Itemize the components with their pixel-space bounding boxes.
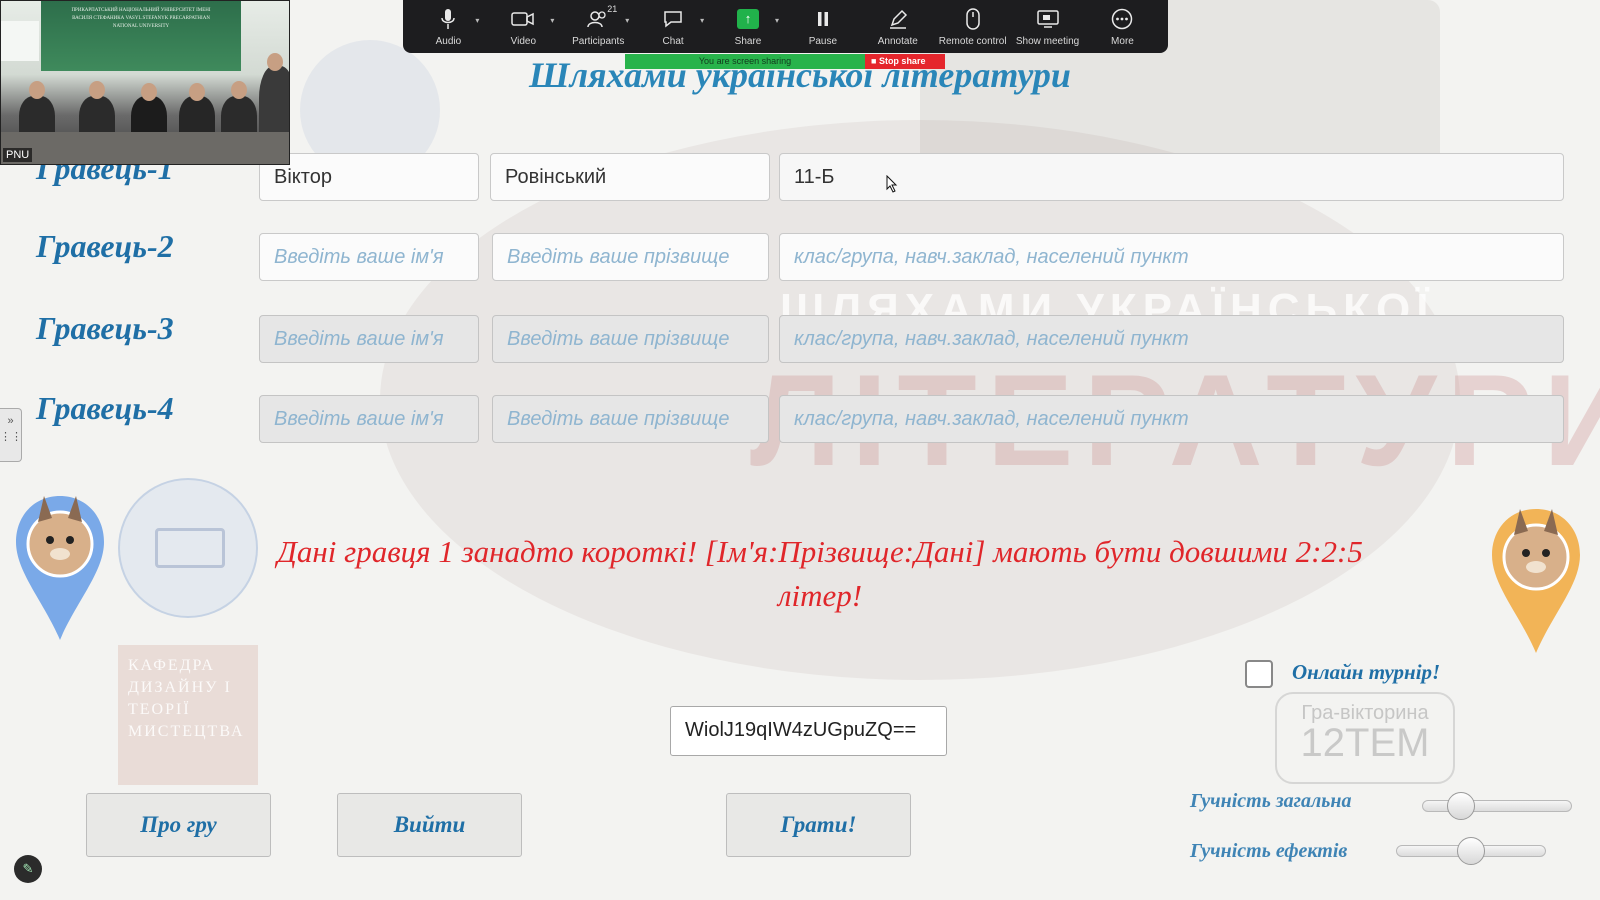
- participant-video-thumbnail[interactable]: ПРИКАРПАТСЬКИЙ НАЦІОНАЛЬНИЙ УНІВЕРСИТЕТ …: [0, 0, 290, 165]
- chevron-down-icon[interactable]: ▾: [550, 16, 554, 25]
- player-3-last-name-input[interactable]: [492, 315, 769, 363]
- more-dots-icon: [1111, 6, 1133, 32]
- play-button[interactable]: Грати!: [726, 793, 911, 857]
- toolbar-pause-label: Pause: [808, 36, 838, 47]
- toolbar-more-button[interactable]: More: [1087, 6, 1157, 47]
- participants-count: 21: [607, 4, 618, 14]
- toolbar-share-label: Share: [734, 36, 762, 47]
- session-code-field[interactable]: WiolJ19qIW4zUGpuZQ==: [670, 706, 947, 756]
- toolbar-pause-button[interactable]: Pause: [788, 6, 858, 47]
- drag-grip-icon: ⋮⋮: [0, 431, 22, 443]
- validation-error-message: Дані гравця 1 занадто короткі! [Ім'я:Прі…: [277, 534, 1363, 613]
- pen-icon: ✎: [22, 861, 34, 876]
- video-person-head: [189, 83, 205, 101]
- video-person-head: [231, 81, 247, 99]
- quiz-badge-line1: Гра-вікторина: [1301, 702, 1429, 724]
- chat-icon: [662, 6, 684, 32]
- video-person-head: [141, 83, 157, 101]
- effects-volume-thumb[interactable]: [1457, 837, 1485, 865]
- player-4-first-name-input[interactable]: [259, 395, 479, 443]
- map-pin-icon: [16, 496, 104, 640]
- meeting-toolbar: ▾ Audio ▾ Video 21 ▾ Participants ▾ Chat…: [403, 0, 1168, 53]
- stop-share-button[interactable]: ■ Stop share: [865, 54, 945, 69]
- annotate-pen-button[interactable]: ✎: [14, 855, 42, 883]
- chevron-down-icon[interactable]: ▾: [700, 16, 704, 25]
- toolbar-video-button[interactable]: ▾ Video: [488, 6, 558, 47]
- quiz-badge-line2: 12ТЕМ: [1300, 721, 1430, 765]
- toolbar-show-meeting-button[interactable]: Show meeting: [1013, 6, 1083, 47]
- toolbar-share-button[interactable]: ↑ ▾ Share: [713, 6, 783, 47]
- toolbar-more-label: More: [1111, 36, 1134, 47]
- about-game-button[interactable]: Про гру: [86, 793, 271, 857]
- player-1-last-name-input[interactable]: [490, 153, 770, 201]
- video-person-head: [89, 81, 105, 99]
- online-tournament-checkbox[interactable]: [1245, 660, 1273, 688]
- microphone-icon: [440, 6, 456, 32]
- effects-volume-slider[interactable]: [1396, 837, 1546, 865]
- online-tournament-label[interactable]: Онлайн турнір!: [1292, 660, 1440, 685]
- video-participant-name: PNU: [3, 148, 33, 162]
- player-3-first-name-input[interactable]: [259, 315, 479, 363]
- quiz-badge: Гра-вікторина 12ТЕМ: [1275, 692, 1455, 784]
- pause-icon: [816, 6, 830, 32]
- toolbar-annotate-button[interactable]: Annotate: [863, 6, 933, 47]
- monitor-icon: [1036, 6, 1059, 32]
- screen-sharing-status-bar: You are screen sharing ■ Stop share: [625, 54, 945, 69]
- video-banner-text: ПРИКАРПАТСЬКИЙ НАЦІОНАЛЬНИЙ УНІВЕРСИТЕТ …: [71, 8, 211, 29]
- toolbar-chat-label: Chat: [662, 36, 684, 47]
- expand-arrows-icon: »: [7, 415, 14, 427]
- video-window-light: [1, 21, 39, 61]
- general-volume-slider[interactable]: [1422, 792, 1572, 820]
- annotate-pen-icon: [888, 6, 908, 32]
- chevron-down-icon[interactable]: ▾: [625, 16, 629, 25]
- screen-sharing-status: You are screen sharing: [625, 54, 865, 69]
- chevron-down-icon[interactable]: ▾: [775, 16, 779, 25]
- stop-icon: ■: [871, 56, 879, 66]
- video-person-head: [29, 81, 45, 99]
- player-3-label: Гравець-3: [36, 310, 174, 346]
- chevron-down-icon[interactable]: ▾: [475, 16, 479, 25]
- toolbar-show-meeting-label: Show meeting: [1015, 36, 1080, 47]
- effects-volume-label: Гучність ефектів: [1190, 840, 1348, 862]
- share-screen-icon: ↑: [737, 6, 759, 32]
- department-logo: КАФЕДРА ДИЗАЙНУ І ТЕОРІЇ МИСТЕЦТВА: [118, 645, 258, 785]
- exit-button[interactable]: Вийти: [337, 793, 522, 857]
- toolbar-video-label: Video: [510, 36, 537, 47]
- mouse-icon: [965, 6, 980, 32]
- general-volume-thumb[interactable]: [1447, 792, 1475, 820]
- participants-icon: [587, 6, 609, 32]
- stop-share-label: Stop share: [878, 56, 926, 66]
- toolbar-annotate-label: Annotate: [877, 36, 918, 47]
- player-4-label: Гравець-4: [36, 390, 174, 426]
- player-4-last-name-input[interactable]: [492, 395, 769, 443]
- map-pin-icon: [1492, 509, 1580, 653]
- toolbar-remote-control-label: Remote control: [938, 36, 1007, 47]
- video-table: [1, 132, 289, 164]
- player-4-info-input[interactable]: [779, 395, 1564, 443]
- toolbar-remote-control-button[interactable]: Remote control: [938, 6, 1008, 47]
- player-3-info-input[interactable]: [779, 315, 1564, 363]
- video-camera-icon: [511, 6, 535, 32]
- toolbar-audio-label: Audio: [435, 36, 462, 47]
- department-logo-text: КАФЕДРА ДИЗАЙНУ І ТЕОРІЇ МИСТЕЦТВА: [128, 657, 245, 740]
- side-panel-handle[interactable]: » ⋮⋮: [0, 408, 22, 462]
- video-person-head: [267, 53, 283, 71]
- mascot-pin-right: [1490, 505, 1582, 662]
- mouse-cursor-icon: [886, 174, 898, 198]
- player-1-first-name-input[interactable]: [259, 153, 479, 201]
- toolbar-audio-button[interactable]: ▾ Audio: [413, 6, 483, 47]
- university-logo: [118, 478, 258, 618]
- player-2-first-name-input[interactable]: [259, 233, 479, 281]
- mascot-pin-left: [14, 492, 106, 649]
- toolbar-participants-label: Participants: [572, 36, 625, 47]
- player-2-label: Гравець-2: [36, 228, 174, 264]
- player-2-last-name-input[interactable]: [492, 233, 769, 281]
- toolbar-participants-button[interactable]: 21 ▾ Participants: [563, 4, 633, 47]
- player-2-info-input[interactable]: [779, 233, 1564, 281]
- toolbar-chat-button[interactable]: ▾ Chat: [638, 6, 708, 47]
- general-volume-label: Гучність загальна: [1190, 790, 1352, 812]
